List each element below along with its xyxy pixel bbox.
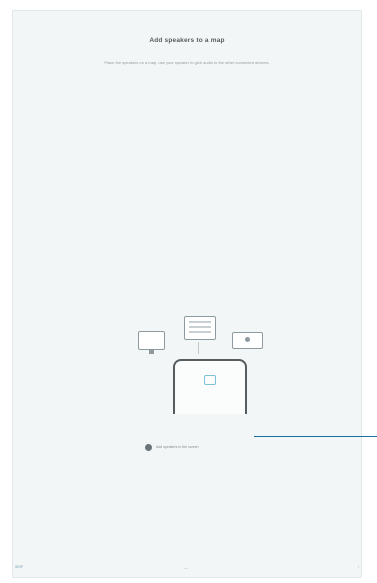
speaker-icon [232, 332, 263, 349]
skip-button[interactable]: SKIP [15, 565, 23, 569]
next-icon[interactable]: › [358, 564, 359, 569]
page-indicator: — [184, 565, 188, 570]
bottom-navigation: SKIP — › [13, 563, 361, 573]
connector-line [198, 342, 199, 354]
callout-line [254, 436, 377, 437]
option-label: Add speakers to the screen [156, 445, 199, 449]
tv-icon [184, 316, 216, 340]
app-screen: Add speakers to a map Place the speakers… [12, 10, 362, 578]
monitor-icon [138, 331, 165, 354]
cast-icon [204, 375, 216, 385]
radio-button[interactable] [145, 443, 152, 451]
phone-icon [173, 359, 247, 414]
add-speakers-option[interactable]: Add speakers to the screen [145, 442, 199, 452]
page-description: Place the speakers on a map, use your sp… [104, 60, 270, 65]
devices-illustration [135, 311, 280, 416]
page-title: Add speakers to a map [149, 37, 225, 44]
